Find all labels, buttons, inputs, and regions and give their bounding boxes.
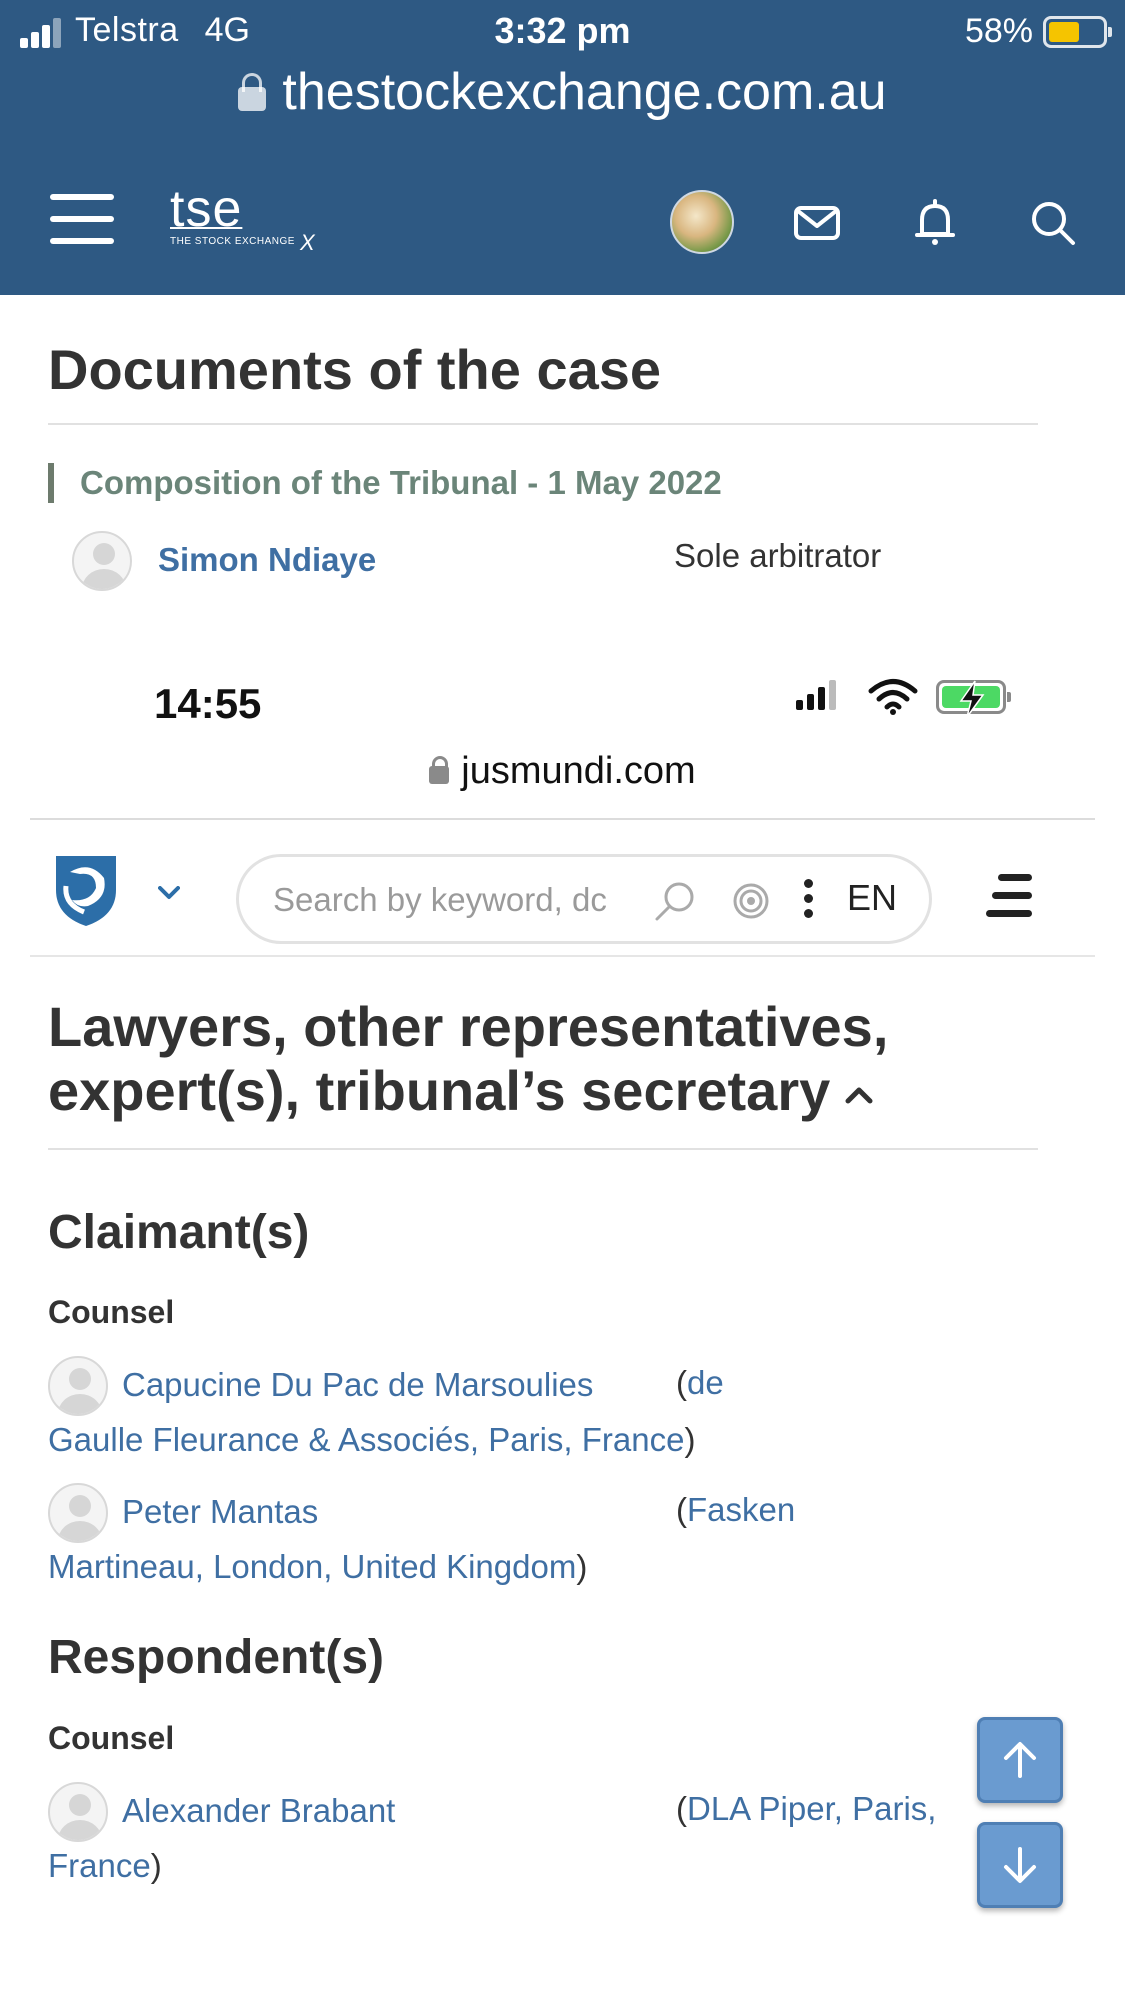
embedded-status-bar: 14:55 bbox=[30, 650, 1095, 727]
target-icon[interactable] bbox=[731, 881, 771, 921]
scroll-up-button[interactable] bbox=[977, 1717, 1063, 1803]
tribunal-heading: Composition of the Tribunal - 1 May 2022 bbox=[48, 463, 1038, 503]
embedded-url: jusmundi.com bbox=[461, 750, 696, 792]
status-time: 3:32 pm bbox=[494, 10, 631, 51]
divider bbox=[30, 955, 1095, 957]
section-title-text: Lawyers, other representatives, expert(s… bbox=[48, 995, 889, 1122]
menu-icon[interactable] bbox=[986, 872, 1036, 922]
arrow-up-icon bbox=[1004, 1742, 1036, 1778]
browser-chrome: Telstra 4G 3:32 pm 58% thestockexchange.… bbox=[0, 0, 1125, 295]
firm-start: (de bbox=[676, 1364, 724, 1402]
lock-icon bbox=[429, 756, 450, 784]
search-icon[interactable] bbox=[1028, 198, 1078, 248]
address-url: thestockexchange.com.au bbox=[282, 63, 887, 121]
more-options-icon[interactable] bbox=[804, 879, 816, 923]
lawyer-name-link[interactable]: Capucine Du Pac de Marsoulies bbox=[122, 1366, 593, 1404]
mail-icon[interactable] bbox=[792, 198, 842, 248]
lawyer-entry: Peter Mantas (Fasken Martineau, London, … bbox=[48, 1483, 1048, 1591]
divider bbox=[48, 423, 1038, 425]
site-navbar: tse THE STOCK EXCHANGE X bbox=[0, 180, 1125, 270]
chevron-down-icon[interactable] bbox=[158, 886, 180, 900]
search-icon[interactable] bbox=[653, 879, 697, 923]
firm-link[interactable]: Gaulle Fleurance & Associés, Paris, Fran… bbox=[48, 1421, 684, 1458]
address-bar[interactable]: thestockexchange.com.au bbox=[0, 62, 1125, 122]
firm-link[interactable]: Martineau, London, United Kingdom bbox=[48, 1548, 576, 1585]
lawyer-entry: Capucine Du Pac de Marsoulies (de Gaulle… bbox=[48, 1356, 1048, 1464]
lawyer-name-link[interactable]: Alexander Brabant bbox=[122, 1792, 395, 1830]
firm-link[interactable]: Fasken bbox=[687, 1491, 795, 1528]
person-avatar-icon bbox=[48, 1483, 108, 1543]
lawyer-name-link[interactable]: Peter Mantas bbox=[122, 1493, 318, 1531]
battery-indicator: 58% bbox=[964, 12, 1112, 51]
claimants-heading: Claimant(s) bbox=[48, 1206, 310, 1259]
divider bbox=[30, 818, 1095, 820]
embedded-screenshot: 14:55 jusmundi.com Search by keyword, dc… bbox=[30, 650, 1095, 2001]
arbitrator-name-link[interactable]: Simon Ndiaye bbox=[158, 541, 376, 579]
jusmundi-logo-icon[interactable] bbox=[50, 850, 122, 930]
embedded-status-time: 14:55 bbox=[154, 680, 262, 727]
firm-link[interactable]: DLA Piper, Paris, bbox=[687, 1790, 936, 1827]
battery-icon bbox=[1043, 15, 1112, 48]
scroll-down-button[interactable] bbox=[977, 1822, 1063, 1908]
paren: ( bbox=[676, 1364, 687, 1401]
hamburger-icon[interactable] bbox=[50, 194, 114, 248]
page-title: Documents of the case bbox=[48, 338, 662, 401]
firm-start: (Fasken bbox=[676, 1491, 795, 1529]
battery-percent: 58% bbox=[964, 12, 1033, 50]
paren: ) bbox=[684, 1421, 696, 1458]
logo-sub-text: THE STOCK EXCHANGE bbox=[170, 236, 295, 247]
arbitrator-role: Sole arbitrator bbox=[674, 537, 882, 574]
paren: ) bbox=[576, 1548, 588, 1585]
firm-link[interactable]: France bbox=[48, 1847, 151, 1884]
tse-logo[interactable]: tse THE STOCK EXCHANGE X bbox=[170, 180, 315, 255]
search-input[interactable] bbox=[273, 877, 613, 923]
embedded-signal-icon bbox=[796, 680, 836, 710]
charging-bolt-icon bbox=[959, 680, 985, 718]
divider bbox=[48, 1148, 1038, 1150]
logo-main-text: tse bbox=[170, 180, 243, 238]
arrow-down-icon bbox=[1004, 1847, 1036, 1883]
lock-icon bbox=[238, 73, 267, 111]
documents-section: Documents of the case Composition of the… bbox=[48, 335, 1038, 595]
paren: ( bbox=[676, 1790, 687, 1827]
person-avatar-icon bbox=[48, 1782, 108, 1842]
chevron-up-icon[interactable] bbox=[844, 1085, 874, 1105]
arbitrator-row: Simon Ndiaye Sole arbitrator bbox=[72, 531, 1038, 595]
respondents-heading: Respondent(s) bbox=[48, 1631, 384, 1684]
lawyer-entry: Alexander Brabant (DLA Piper, Paris, Fra… bbox=[48, 1782, 1048, 1890]
logo-suffix: X bbox=[300, 230, 315, 255]
bell-icon[interactable] bbox=[910, 198, 960, 248]
person-avatar-icon bbox=[72, 531, 132, 591]
counsel-label: Counsel bbox=[48, 1720, 175, 1756]
status-bar: Telstra 4G 3:32 pm 58% bbox=[0, 0, 1125, 64]
embedded-address-bar[interactable]: jusmundi.com bbox=[30, 750, 1095, 793]
firm-start: (DLA Piper, Paris, bbox=[676, 1790, 936, 1828]
wifi-icon bbox=[868, 679, 918, 715]
counsel-label: Counsel bbox=[48, 1294, 175, 1330]
embedded-battery-icon bbox=[936, 680, 1011, 718]
section-title[interactable]: Lawyers, other representatives, expert(s… bbox=[48, 995, 908, 1123]
search-bar: EN bbox=[236, 854, 932, 944]
paren: ( bbox=[676, 1491, 687, 1528]
person-avatar-icon bbox=[48, 1356, 108, 1416]
user-avatar[interactable] bbox=[670, 190, 734, 254]
language-selector[interactable]: EN bbox=[847, 877, 897, 919]
paren: ) bbox=[150, 1847, 162, 1884]
firm-link[interactable]: de bbox=[687, 1364, 724, 1401]
